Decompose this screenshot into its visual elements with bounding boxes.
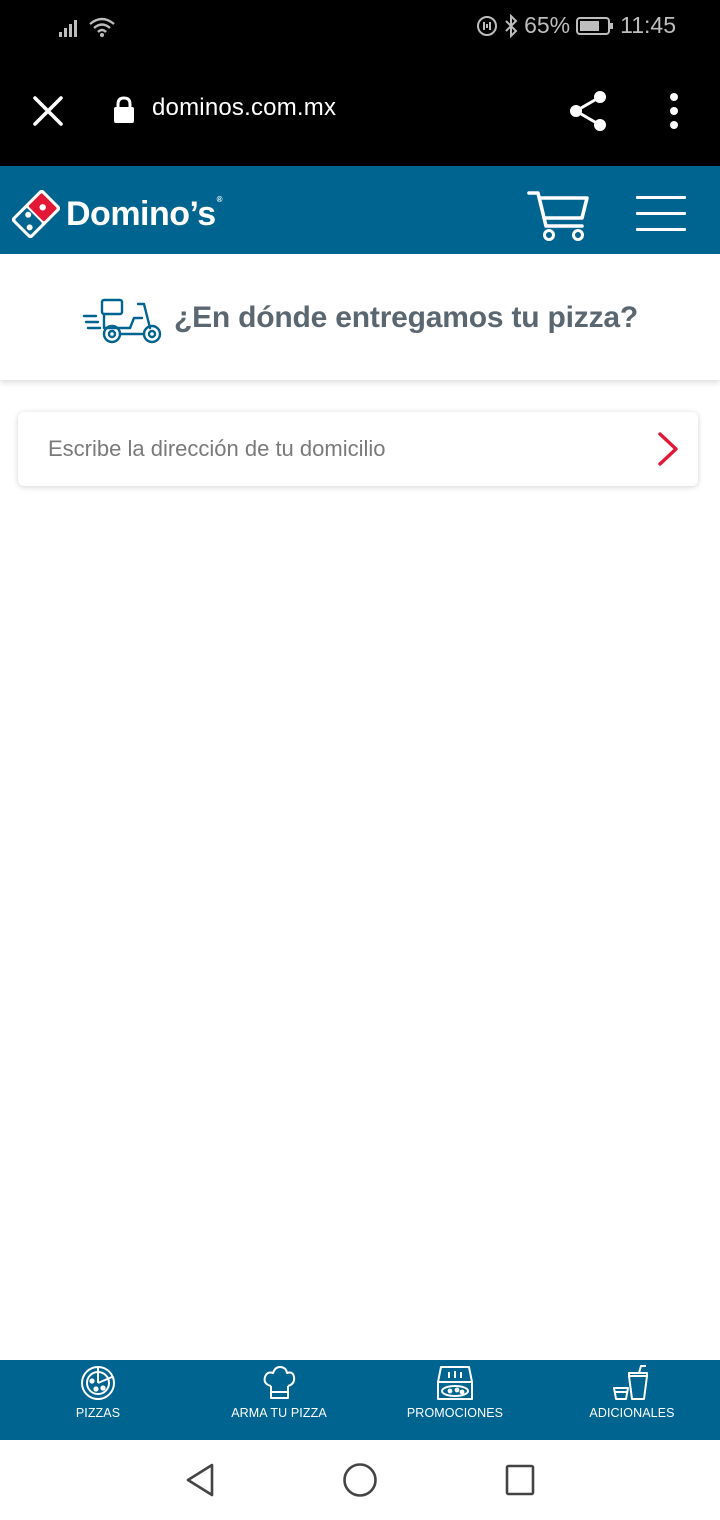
signal-icon — [59, 20, 77, 37]
recents-icon[interactable] — [504, 1462, 536, 1498]
nav-label: PROMOCIONES — [406, 1406, 504, 1420]
overflow-menu-icon[interactable] — [664, 92, 684, 130]
logo-text: Domino’s® — [66, 194, 223, 233]
status-right: 65% 11:45 — [476, 12, 676, 39]
pizza-box-icon — [437, 1366, 473, 1400]
status-left — [58, 16, 116, 38]
bottom-nav: PIZZAS ARMA TU PIZZA PROMOCIONES ADICION… — [0, 1360, 720, 1440]
cart-icon[interactable] — [526, 188, 592, 244]
address-input[interactable] — [18, 412, 638, 486]
address-search-box[interactable] — [18, 412, 698, 486]
close-icon[interactable] — [30, 93, 66, 129]
clock: 11:45 — [620, 12, 676, 38]
lock-icon — [114, 96, 134, 123]
scooter-icon — [82, 298, 162, 344]
domino-tile-icon — [12, 190, 60, 238]
battery-icon — [576, 16, 614, 35]
nav-item-adicionales[interactable]: ADICIONALES — [580, 1360, 684, 1440]
nav-item-arma-tu-pizza[interactable]: ARMA TU PIZZA — [224, 1360, 334, 1440]
battery-percent: 65% — [524, 12, 571, 38]
nav-label: PIZZAS — [75, 1406, 121, 1420]
wifi-icon — [89, 17, 115, 37]
home-icon[interactable] — [342, 1462, 378, 1498]
browser-toolbar: dominos.com.mx — [0, 56, 720, 166]
hamburger-menu-icon[interactable] — [636, 196, 686, 234]
nav-item-promociones[interactable]: PROMOCIONES — [400, 1360, 510, 1440]
data-saver-icon — [477, 15, 498, 36]
chef-hat-icon — [263, 1366, 296, 1399]
status-bar: 65% 11:45 — [0, 0, 720, 56]
bluetooth-icon — [505, 13, 518, 38]
chevron-right-icon[interactable] — [654, 430, 682, 468]
drinks-icon — [613, 1365, 648, 1400]
nav-item-pizzas[interactable]: PIZZAS — [52, 1360, 144, 1440]
pizza-icon — [81, 1366, 115, 1400]
back-icon[interactable] — [184, 1462, 218, 1498]
dominos-logo[interactable]: Domino’s® — [12, 190, 223, 238]
delivery-banner: ¿En dónde entregamos tu pizza? — [0, 256, 720, 380]
nav-label: ADICIONALES — [589, 1406, 675, 1420]
nav-label: ARMA TU PIZZA — [231, 1406, 327, 1420]
delivery-title: ¿En dónde entregamos tu pizza? — [173, 301, 639, 334]
share-icon[interactable] — [568, 90, 608, 132]
site-header: Domino’s® — [0, 166, 720, 254]
url-bar[interactable]: dominos.com.mx — [152, 94, 336, 122]
android-nav-bar — [0, 1440, 720, 1520]
